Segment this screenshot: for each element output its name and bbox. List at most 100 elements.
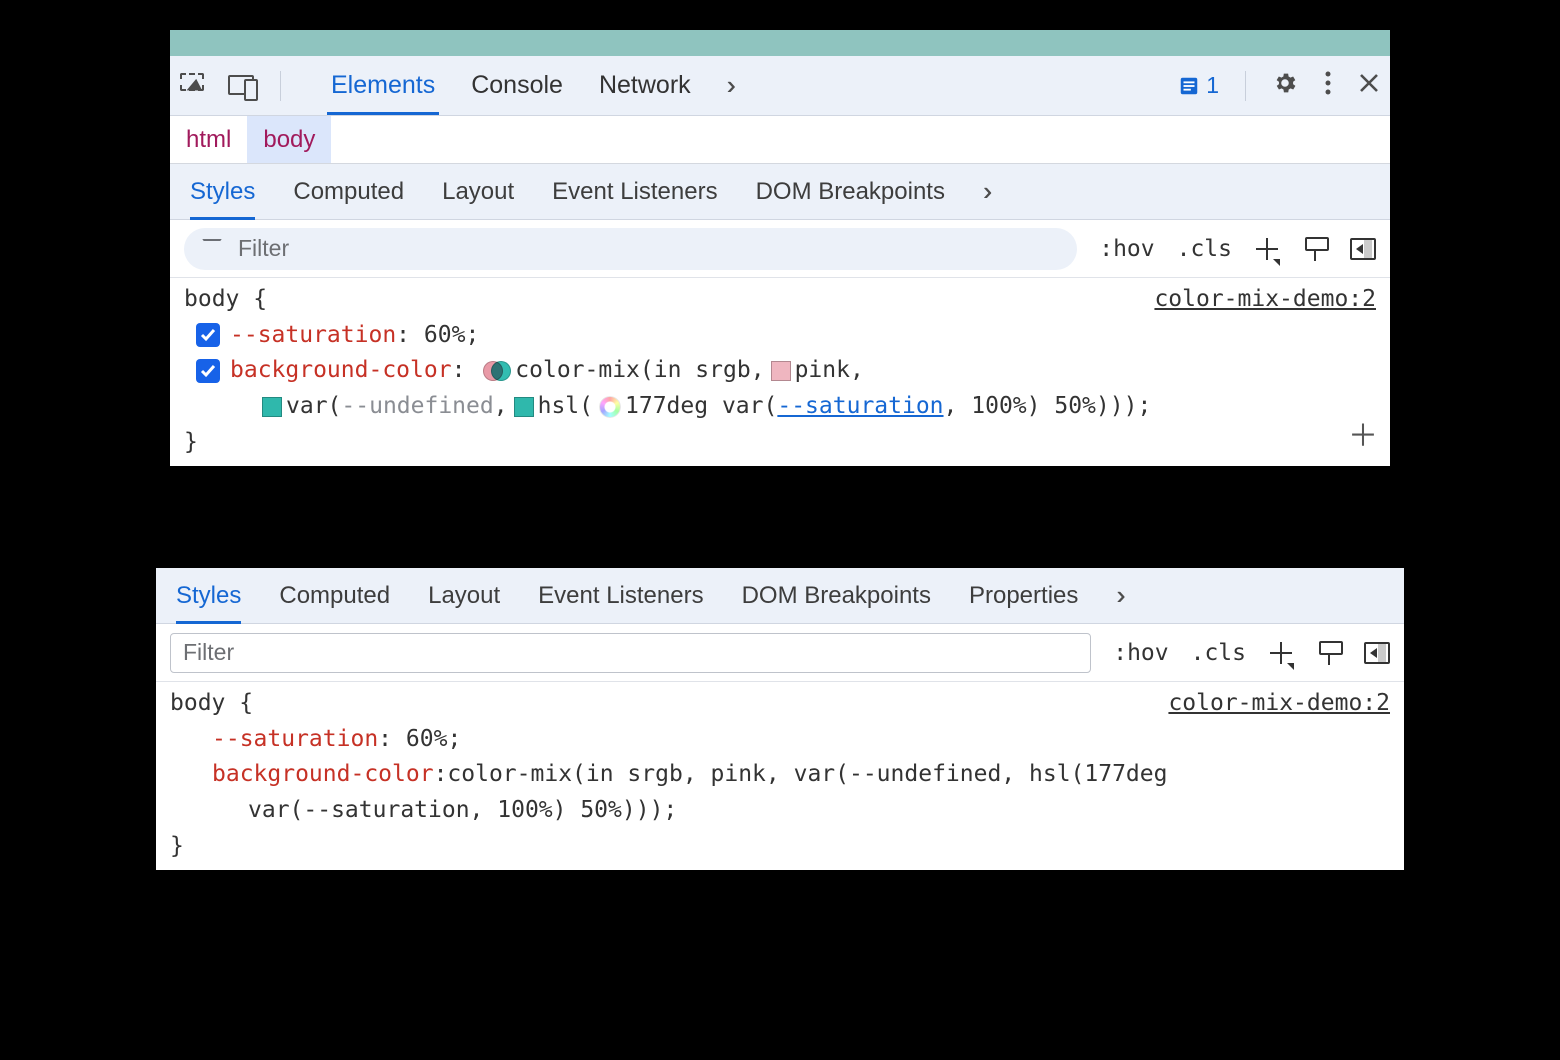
declaration-saturation[interactable]: --saturation: 60%;: [184, 318, 1376, 354]
styles-subtabs: Styles Computed Layout Event Listeners D…: [156, 568, 1404, 624]
toggle-declaration-checkbox[interactable]: [196, 323, 220, 347]
declaration-background-color-cont[interactable]: var(--saturation, 100%) 50%)));: [170, 793, 1390, 829]
colon: :: [396, 318, 410, 354]
color-space: in srgb: [654, 353, 751, 389]
subtab-properties[interactable]: Properties: [969, 582, 1078, 610]
format-styles-button[interactable]: [1302, 237, 1328, 261]
subtab-styles[interactable]: Styles: [190, 178, 255, 206]
selector-text: body: [184, 286, 239, 312]
tab-elements[interactable]: Elements: [331, 71, 435, 100]
devtools-window-top: Elements Console Network ›› 1 htm: [140, 0, 1420, 502]
css-property-name[interactable]: --saturation: [212, 722, 378, 758]
declaration-saturation[interactable]: --saturation: 60%;: [170, 722, 1390, 758]
styles-rule: color-mix-demo:2 body { --saturation: 60…: [156, 682, 1404, 870]
issues-icon: [1178, 75, 1200, 97]
toggle-cls-button[interactable]: .cls: [1177, 236, 1232, 262]
gear-icon: [1272, 70, 1298, 96]
subtab-layout[interactable]: Layout: [428, 582, 500, 610]
more-button[interactable]: [1324, 70, 1332, 102]
subtab-styles[interactable]: Styles: [176, 582, 241, 610]
new-style-rule-button[interactable]: [1254, 236, 1280, 262]
subtabs-overflow-icon[interactable]: ››: [983, 176, 984, 207]
subtab-computed[interactable]: Computed: [293, 178, 404, 206]
brace-open: {: [253, 286, 267, 312]
format-styles-button[interactable]: [1316, 641, 1342, 665]
issues-button[interactable]: 1: [1178, 72, 1219, 99]
hue-deg: 177deg: [625, 389, 708, 425]
comma: ,: [494, 389, 508, 425]
color-swatch-teal2-icon[interactable]: [514, 397, 534, 417]
colon: :: [434, 757, 448, 793]
paren-open: (: [328, 389, 342, 425]
subtab-event-listeners[interactable]: Event Listeners: [538, 582, 703, 610]
css-property-value-line1[interactable]: color-mix(in srgb, pink, var(--undefined…: [447, 757, 1167, 793]
stylesheet-source-link[interactable]: color-mix-demo:2: [1168, 686, 1390, 722]
device-toolbar-icon[interactable]: [228, 75, 258, 97]
filter-input[interactable]: [236, 234, 1059, 263]
declaration-background-color-cont[interactable]: var(--undefined, hsl( 177deg var(--satur…: [184, 389, 1376, 425]
cssvar-undefined[interactable]: --undefined: [341, 389, 493, 425]
subtabs-overflow-icon[interactable]: ››: [1116, 580, 1117, 611]
css-property-name[interactable]: background-color: [230, 353, 452, 389]
toolbar-right: 1: [1178, 70, 1380, 102]
toolbar-separator: [280, 71, 281, 101]
color-mix-swatch-icon[interactable]: [483, 361, 509, 381]
brace-close: }: [184, 425, 1376, 461]
crumb-body[interactable]: body: [247, 116, 331, 163]
rule-selector[interactable]: body {: [170, 690, 253, 716]
css-property-value[interactable]: 60%: [406, 722, 448, 758]
rule-selector[interactable]: body {: [184, 286, 267, 312]
subtab-event-listeners[interactable]: Event Listeners: [552, 178, 717, 206]
tab-console[interactable]: Console: [471, 71, 563, 100]
filter-input[interactable]: [181, 638, 1080, 667]
styles-rule: color-mix-demo:2 body { --saturation: 60…: [170, 278, 1390, 466]
styles-subtabs: Styles Computed Layout Event Listeners D…: [170, 164, 1390, 220]
fn-var2: var: [722, 389, 764, 425]
new-style-rule-button[interactable]: [1268, 640, 1294, 666]
css-property-value-line2[interactable]: var(--saturation, 100%) 50%)));: [248, 793, 677, 829]
toggle-cls-button[interactable]: .cls: [1191, 640, 1246, 666]
hue-ring-icon[interactable]: [599, 396, 621, 418]
inspect-element-icon[interactable]: [180, 73, 206, 99]
subtab-computed[interactable]: Computed: [279, 582, 390, 610]
cssvar-saturation-link[interactable]: --saturation: [777, 389, 943, 425]
stylesheet-source-link[interactable]: color-mix-demo:2: [1154, 282, 1376, 318]
paren-close: ): [1110, 389, 1124, 425]
issues-count: 1: [1206, 72, 1219, 99]
toggle-computed-panel-button[interactable]: [1364, 642, 1390, 664]
dom-breadcrumbs: html body: [170, 116, 1390, 164]
tabs-overflow-icon[interactable]: ››: [727, 70, 728, 101]
color-swatch-teal-icon[interactable]: [262, 397, 282, 417]
add-declaration-button[interactable]: ＋: [1348, 414, 1378, 461]
toggle-declaration-checkbox[interactable]: [196, 359, 220, 383]
css-property-name[interactable]: background-color: [212, 757, 434, 793]
kebab-icon: [1324, 70, 1332, 96]
declaration-background-color[interactable]: background-color: color-mix(in srgb, pin…: [184, 353, 1376, 389]
close-button[interactable]: [1358, 72, 1380, 100]
css-property-value[interactable]: 60%: [424, 318, 466, 354]
paren-close: ): [1124, 389, 1138, 425]
toggle-computed-panel-button[interactable]: [1350, 238, 1376, 260]
toggle-hov-button[interactable]: :hov: [1113, 640, 1168, 666]
css-property-name[interactable]: --saturation: [230, 318, 396, 354]
paren-close: ): [1027, 389, 1041, 425]
color-pink: pink: [795, 353, 850, 389]
subtab-dom-breakpoints[interactable]: DOM Breakpoints: [742, 582, 931, 610]
comma: ,: [944, 389, 958, 425]
main-toolbar: Elements Console Network ›› 1: [170, 56, 1390, 116]
comma: ,: [850, 353, 864, 389]
settings-button[interactable]: [1272, 70, 1298, 102]
fn-hsl: hsl: [538, 389, 580, 425]
crumb-html[interactable]: html: [170, 116, 247, 163]
tab-network[interactable]: Network: [599, 71, 691, 100]
subtab-dom-breakpoints[interactable]: DOM Breakpoints: [756, 178, 945, 206]
fn-color-mix: color-mix: [515, 353, 640, 389]
fn-var: var: [286, 389, 328, 425]
toolbar-left: Elements Console Network ››: [180, 70, 728, 101]
color-swatch-pink-icon[interactable]: [771, 361, 791, 381]
subtab-layout[interactable]: Layout: [442, 178, 514, 206]
declaration-background-color[interactable]: background-color: color-mix(in srgb, pin…: [170, 757, 1390, 793]
selector-text: body: [170, 690, 225, 716]
toggle-hov-button[interactable]: :hov: [1099, 236, 1154, 262]
paren-open: (: [640, 353, 654, 389]
